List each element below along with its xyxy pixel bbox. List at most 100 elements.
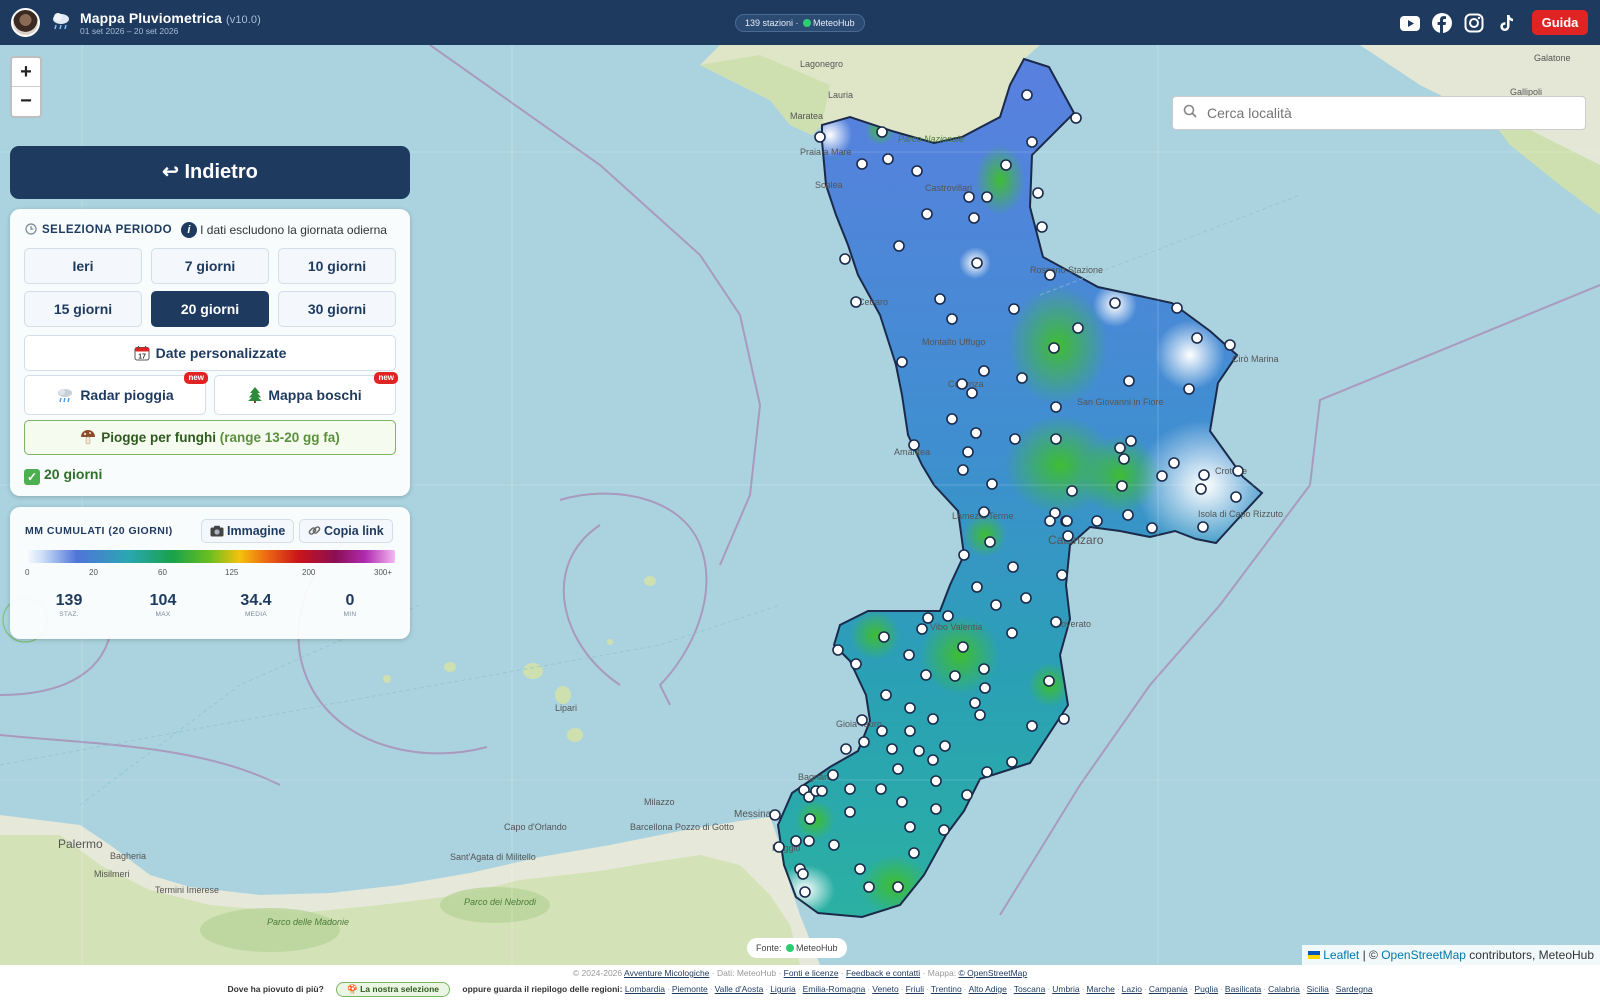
station-marker[interactable] (916, 623, 928, 635)
station-marker[interactable] (1021, 89, 1033, 101)
station-marker[interactable] (1109, 297, 1121, 309)
station-marker[interactable] (896, 796, 908, 808)
station-marker[interactable] (1048, 342, 1060, 354)
station-marker[interactable] (1232, 465, 1244, 477)
station-marker[interactable] (1183, 383, 1195, 395)
station-marker[interactable] (946, 313, 958, 325)
radar-button[interactable]: Radar pioggia new (24, 372, 208, 415)
station-marker[interactable] (1044, 269, 1056, 281)
station-marker[interactable] (979, 682, 991, 694)
station-marker[interactable] (957, 641, 969, 653)
station-marker[interactable] (920, 669, 932, 681)
region-link[interactable]: Sicilia (1307, 984, 1329, 994)
station-marker[interactable] (904, 702, 916, 714)
station-marker[interactable] (908, 439, 920, 451)
station-marker[interactable] (930, 775, 942, 787)
region-link[interactable]: Lazio (1122, 984, 1142, 994)
station-marker[interactable] (904, 725, 916, 737)
region-link[interactable]: Piemonte (672, 984, 708, 994)
station-marker[interactable] (1125, 435, 1137, 447)
osm-footer-link[interactable]: © OpenStreetMap (958, 968, 1027, 978)
station-marker[interactable] (978, 506, 990, 518)
avatar[interactable] (11, 8, 40, 37)
station-marker[interactable] (816, 785, 828, 797)
station-marker[interactable] (790, 835, 802, 847)
region-link[interactable]: Sardegna (1336, 984, 1373, 994)
station-marker[interactable] (971, 581, 983, 593)
station-marker[interactable] (1050, 401, 1062, 413)
station-marker[interactable] (1171, 302, 1183, 314)
station-marker[interactable] (986, 478, 998, 490)
station-marker[interactable] (956, 378, 968, 390)
station-marker[interactable] (863, 881, 875, 893)
station-marker[interactable] (908, 847, 920, 859)
station-marker[interactable] (1062, 530, 1074, 542)
region-link[interactable]: Campania (1149, 984, 1188, 994)
location-search[interactable] (1172, 96, 1586, 130)
period-7-button[interactable]: 7 giorni (151, 248, 269, 284)
facebook-icon[interactable] (1432, 13, 1452, 33)
station-marker[interactable] (1036, 221, 1048, 233)
station-marker[interactable] (1118, 453, 1130, 465)
station-marker[interactable] (1008, 303, 1020, 315)
station-marker[interactable] (984, 536, 996, 548)
station-marker[interactable] (921, 208, 933, 220)
station-marker[interactable] (850, 296, 862, 308)
feedback-link[interactable]: Feedback e contatti (846, 968, 920, 978)
region-link[interactable]: Umbria (1052, 984, 1079, 994)
period-30-button[interactable]: 30 giorni (278, 291, 396, 327)
station-marker[interactable] (876, 725, 888, 737)
station-marker[interactable] (858, 736, 870, 748)
station-marker[interactable] (892, 881, 904, 893)
station-marker[interactable] (1123, 375, 1135, 387)
back-button[interactable]: ↩ Indietro (10, 146, 410, 199)
station-marker[interactable] (1016, 372, 1028, 384)
station-marker[interactable] (1116, 480, 1128, 492)
station-marker[interactable] (844, 783, 856, 795)
station-marker[interactable] (1114, 442, 1126, 454)
station-marker[interactable] (840, 743, 852, 755)
station-marker[interactable] (978, 663, 990, 675)
region-link[interactable]: Puglia (1194, 984, 1218, 994)
station-marker[interactable] (1091, 515, 1103, 527)
station-marker[interactable] (1000, 159, 1012, 171)
avventure-link[interactable]: Avventure Micologiche (624, 968, 709, 978)
region-link[interactable]: Veneto (872, 984, 898, 994)
station-marker[interactable] (903, 649, 915, 661)
station-marker[interactable] (893, 240, 905, 252)
station-marker[interactable] (1050, 616, 1062, 628)
zoom-out-button[interactable]: − (12, 87, 40, 116)
station-marker[interactable] (892, 763, 904, 775)
station-marker[interactable] (875, 783, 887, 795)
station-marker[interactable] (942, 610, 954, 622)
station-marker[interactable] (1070, 112, 1082, 124)
station-marker[interactable] (968, 212, 980, 224)
station-marker[interactable] (854, 863, 866, 875)
station-marker[interactable] (911, 165, 923, 177)
custom-dates-button[interactable]: 17 Date personalizzate (24, 335, 396, 371)
sources-link[interactable]: Fonti e licenze (784, 968, 839, 978)
station-marker[interactable] (970, 427, 982, 439)
station-marker[interactable] (882, 153, 894, 165)
region-link[interactable]: Marche (1086, 984, 1114, 994)
station-marker[interactable] (876, 126, 888, 138)
station-marker[interactable] (927, 754, 939, 766)
info-icon[interactable]: i (181, 222, 198, 238)
station-marker[interactable] (1009, 433, 1021, 445)
station-marker[interactable] (1007, 561, 1019, 573)
instagram-icon[interactable] (1464, 13, 1484, 33)
station-marker[interactable] (1043, 675, 1055, 687)
osm-link[interactable]: OpenStreetMap (1381, 948, 1466, 962)
region-link[interactable]: Calabria (1268, 984, 1300, 994)
station-marker[interactable] (1026, 720, 1038, 732)
tiktok-icon[interactable] (1496, 13, 1516, 33)
period-15-button[interactable]: 15 giorni (24, 291, 142, 327)
station-marker[interactable] (1230, 491, 1242, 503)
station-marker[interactable] (946, 413, 958, 425)
station-marker[interactable] (934, 293, 946, 305)
region-link[interactable]: Friuli (906, 984, 924, 994)
station-marker[interactable] (966, 387, 978, 399)
station-marker[interactable] (1050, 433, 1062, 445)
station-marker[interactable] (922, 612, 934, 624)
region-link[interactable]: Basilicata (1225, 984, 1261, 994)
